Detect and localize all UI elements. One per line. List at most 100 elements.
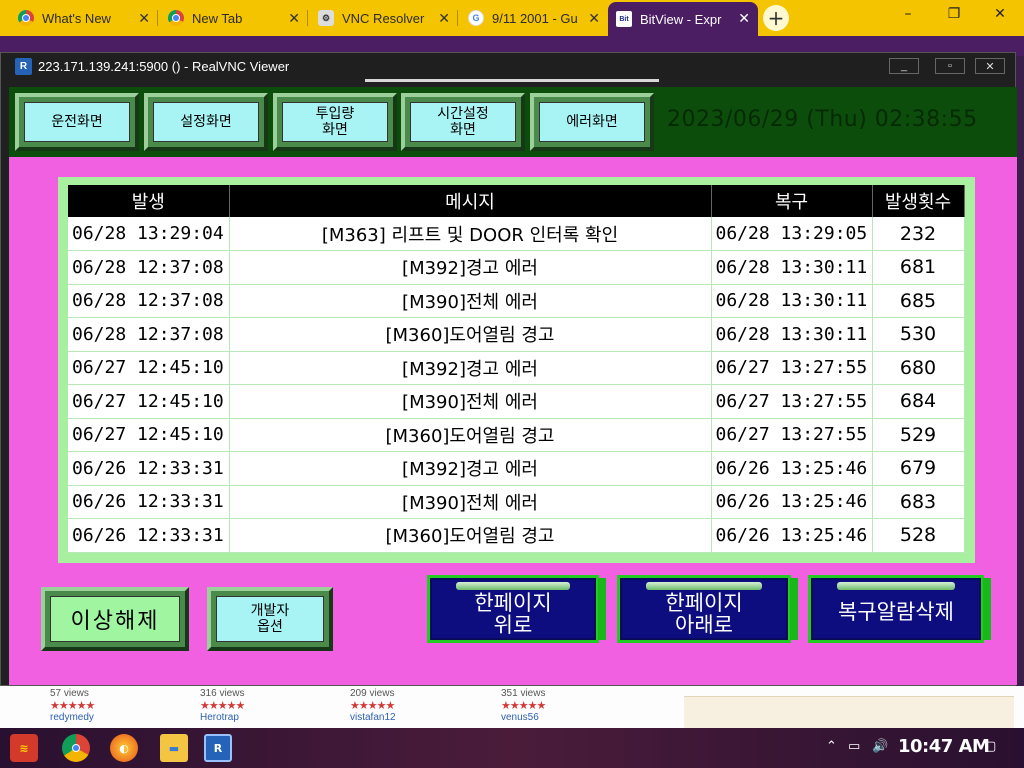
tab-whats-new[interactable]: What's New ✕ <box>10 4 158 32</box>
tab-vnc-resolver[interactable]: ⚙ VNC Resolver ✕ <box>310 4 458 32</box>
table-row[interactable]: 06/28 12:37:08 [M390]전체 에러 06/28 13:30:1… <box>68 284 965 318</box>
table-row[interactable]: 06/28 12:37:08 [M360]도어열림 경고 06/28 13:30… <box>68 317 965 352</box>
vnc-viewer-window: R 223.171.139.241:5900 () - RealVNC View… <box>0 52 1017 686</box>
chrome-icon[interactable] <box>62 734 90 762</box>
volume-icon[interactable]: 🔊 <box>872 739 888 754</box>
tab-bitview[interactable]: Bit BitView - Expr ✕ <box>608 2 758 36</box>
uploader-link[interactable]: venus56 <box>501 712 545 723</box>
firefox-icon[interactable]: ◐ <box>110 734 138 762</box>
view-count: 57 views <box>50 688 89 699</box>
nav-label: 설정화면 <box>153 102 259 142</box>
vnc-icon: ⚙ <box>318 10 334 26</box>
view-count: 316 views <box>200 688 245 699</box>
recovered-cell: 06/26 13:25:46 <box>711 518 873 553</box>
table-row[interactable]: 06/26 12:33:31 [M392]경고 에러 06/26 13:25:4… <box>68 451 965 486</box>
vnc-toolbar-handle[interactable] <box>365 79 659 82</box>
chevron-up-icon[interactable]: ⌃ <box>826 739 837 754</box>
vnc-title-bar: R 223.171.139.241:5900 () - RealVNC View… <box>1 53 1015 80</box>
count-cell: 681 <box>872 250 965 285</box>
tab-google-search[interactable]: G 9/11 2001 - Gu ✕ <box>460 4 608 32</box>
realvnc-icon: R <box>15 58 32 75</box>
tab-label: VNC Resolver <box>342 10 425 26</box>
video-card[interactable]: 316 views ★★★★★ Herotrap <box>200 688 245 723</box>
page-up-button[interactable]: 한페이지 위로 <box>427 575 606 643</box>
uploader-link[interactable]: Herotrap <box>200 712 244 723</box>
tab-label: New Tab <box>192 10 243 26</box>
count-cell: 232 <box>872 217 965 251</box>
vnc-maximize-button[interactable]: ▫ <box>935 58 965 74</box>
table-header-row: 발생 메시지 복구 발생횟수 <box>68 185 965 217</box>
page-down-button[interactable]: 한페이지 아래로 <box>617 575 798 643</box>
taskbar: ≋ ◐ ▬ R ⌃ ▭ 🔊 10:47 AM ▢ <box>0 728 1024 768</box>
chrome-icon <box>168 10 184 26</box>
message-cell: [M392]경고 에러 <box>229 451 712 486</box>
nav-error-screen-button[interactable]: 에러화면 <box>530 93 654 151</box>
alarm-table-frame: 발생 메시지 복구 발생횟수 06/28 13:29:04 [M363] 리프트… <box>58 177 975 563</box>
table-row[interactable]: 06/26 12:33:31 [M390]전체 에러 06/26 13:25:4… <box>68 485 965 519</box>
table-row[interactable]: 06/27 12:45:10 [M392]경고 에러 06/27 13:27:5… <box>68 351 965 385</box>
vnc-close-button[interactable]: ✕ <box>975 58 1005 74</box>
close-icon[interactable]: ✕ <box>588 10 600 27</box>
table-row[interactable]: 06/28 12:37:08 [M392]경고 에러 06/28 13:30:1… <box>68 250 965 285</box>
rating-stars: ★★★★★ <box>350 700 395 712</box>
column-header-occurred: 발생 <box>68 185 230 217</box>
chrome-icon <box>18 10 34 26</box>
tab-new-tab[interactable]: New Tab ✕ <box>160 4 308 32</box>
start-icon[interactable]: ≋ <box>10 734 38 762</box>
screen: What's New ✕ New Tab ✕ ⚙ VNC Resolver ✕ … <box>0 0 1024 768</box>
vnc-minimize-button[interactable]: _ <box>889 58 919 74</box>
count-cell: 679 <box>872 451 965 486</box>
developer-options-button[interactable]: 개발자 옵션 <box>207 587 333 651</box>
nav-label: 에러화면 <box>539 102 645 142</box>
close-window-icon[interactable]: ✕ <box>990 6 1010 22</box>
restore-icon[interactable]: ❐ <box>944 6 964 22</box>
count-cell: 528 <box>872 518 965 553</box>
nav-operation-screen-button[interactable]: 운전화면 <box>15 93 139 151</box>
recovered-cell: 06/28 13:29:05 <box>711 217 873 251</box>
message-cell: [M363] 리프트 및 DOOR 인터록 확인 <box>229 217 712 251</box>
taskbar-clock[interactable]: 10:47 AM <box>898 736 990 757</box>
message-cell: [M392]경고 에러 <box>229 351 712 385</box>
table-row[interactable]: 06/28 13:29:04 [M363] 리프트 및 DOOR 인터록 확인 … <box>68 217 965 251</box>
nav-time-settings-screen-button[interactable]: 시간설정 화면 <box>401 93 525 151</box>
occurred-cell: 06/26 12:33:31 <box>68 485 230 519</box>
uploader-link[interactable]: vistafan12 <box>350 712 396 723</box>
rating-stars: ★★★★★ <box>200 700 245 712</box>
table-row[interactable]: 06/27 12:45:10 [M360]도어열림 경고 06/27 13:27… <box>68 418 965 452</box>
count-cell: 530 <box>872 317 965 352</box>
table-row[interactable]: 06/26 12:33:31 [M360]도어열림 경고 06/26 13:25… <box>68 518 965 553</box>
new-tab-button[interactable]: + <box>763 5 789 31</box>
close-icon[interactable]: ✕ <box>738 10 750 27</box>
realvnc-icon[interactable]: R <box>204 734 232 762</box>
alarm-table: 발생 메시지 복구 발생횟수 06/28 13:29:04 [M363] 리프트… <box>68 185 965 553</box>
bitview-icon: Bit <box>616 11 632 27</box>
occurred-cell: 06/28 12:37:08 <box>68 317 230 352</box>
occurred-cell: 06/27 12:45:10 <box>68 351 230 385</box>
minimize-icon[interactable]: – <box>898 6 918 22</box>
rating-stars: ★★★★★ <box>50 700 95 712</box>
message-cell: [M360]도어열림 경고 <box>229 317 712 352</box>
uploader-link[interactable]: redymedy <box>50 712 94 723</box>
column-header-count: 발생횟수 <box>872 185 965 217</box>
video-card[interactable]: 351 views ★★★★★ venus56 <box>501 688 546 723</box>
video-card[interactable]: 57 views ★★★★★ redymedy <box>50 688 95 723</box>
recovered-cell: 06/27 13:27:55 <box>711 418 873 452</box>
occurred-cell: 06/28 12:37:08 <box>68 250 230 285</box>
close-icon[interactable]: ✕ <box>288 10 300 27</box>
table-row[interactable]: 06/27 12:45:10 [M390]전체 에러 06/27 13:27:5… <box>68 384 965 419</box>
video-card[interactable]: 209 views ★★★★★ vistafan12 <box>350 688 396 723</box>
clear-fault-button[interactable]: 이상해제 <box>41 587 189 651</box>
file-explorer-icon[interactable]: ▬ <box>160 734 188 762</box>
nav-label: 운전화면 <box>24 102 130 142</box>
message-cell: [M360]도어열림 경고 <box>229 518 712 553</box>
close-icon[interactable]: ✕ <box>438 10 450 27</box>
nav-settings-screen-button[interactable]: 설정화면 <box>144 93 268 151</box>
clear-fault-label: 이상해제 <box>50 596 180 642</box>
delete-recovered-alarms-button[interactable]: 복구알람삭제 <box>808 575 991 643</box>
nav-input-amount-screen-button[interactable]: 투입량 화면 <box>273 93 397 151</box>
notification-icon[interactable]: ▢ <box>984 739 996 754</box>
recovered-cell: 06/28 13:30:11 <box>711 284 873 318</box>
network-icon[interactable]: ▭ <box>848 739 860 754</box>
close-icon[interactable]: ✕ <box>138 10 150 27</box>
vnc-window-title: 223.171.139.241:5900 () - RealVNC Viewer <box>38 59 290 74</box>
